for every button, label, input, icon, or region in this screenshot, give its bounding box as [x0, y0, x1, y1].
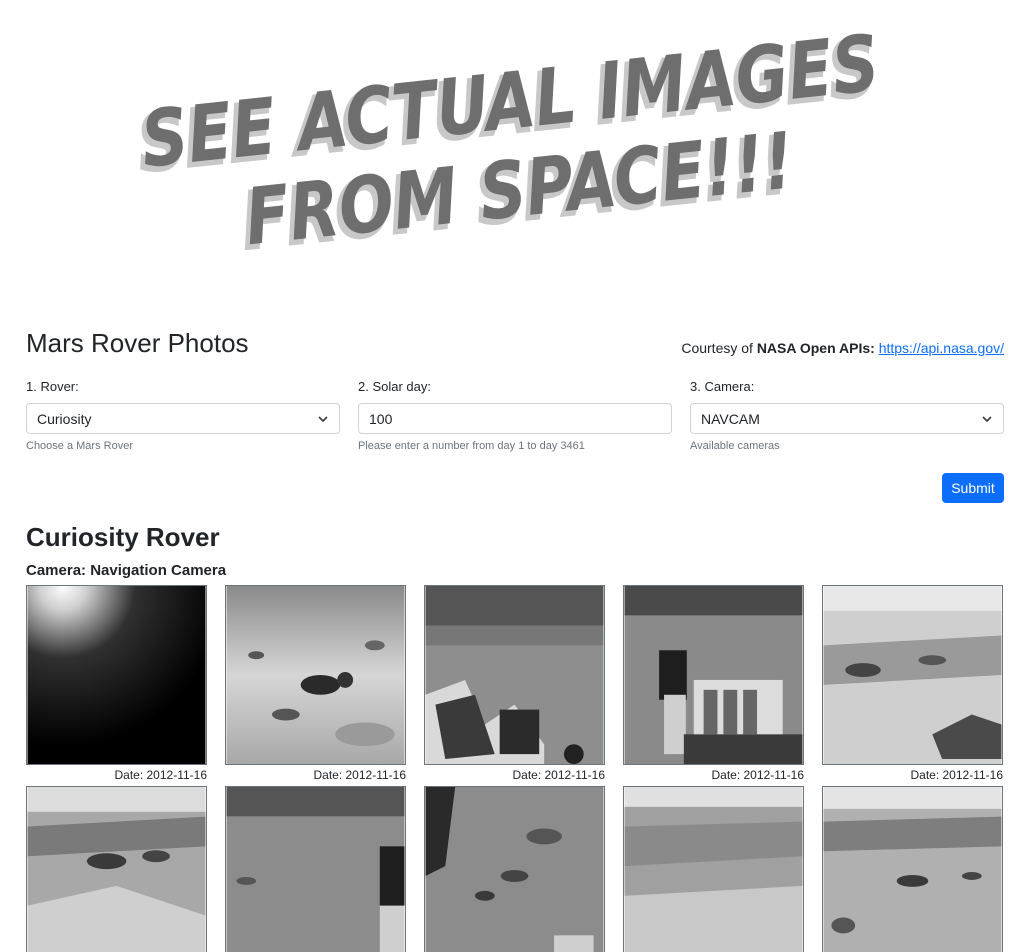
photo-image	[624, 586, 803, 764]
banner-graphic: SEE ACTUAL IMAGES SEE ACTUAL IMAGES FROM…	[132, 17, 883, 269]
sol-input-value: 100	[369, 410, 393, 427]
photo-card	[623, 786, 804, 952]
courtesy-prefix: Courtesy of	[681, 340, 757, 356]
photo-image	[226, 787, 405, 952]
sol-help: Please enter a number from day 1 to day …	[358, 440, 585, 452]
rover-photo[interactable]	[26, 786, 207, 952]
photo-card: Date: 2012-11-16	[225, 585, 406, 784]
rover-help: Choose a Mars Rover	[26, 440, 133, 452]
photo-image	[823, 787, 1002, 952]
sol-field: 2. Solar day: 100 Please enter a number …	[358, 379, 672, 452]
camera-help: Available cameras	[690, 440, 780, 452]
camera-label: 3. Camera:	[690, 379, 755, 394]
rover-photo[interactable]	[424, 585, 605, 765]
photo-card	[424, 786, 605, 952]
photo-card: Date: 2012-11-16	[623, 585, 804, 784]
photo-image	[226, 586, 405, 764]
photo-image	[27, 787, 206, 952]
photo-image	[425, 787, 604, 952]
rover-field: 1. Rover: Curiosity Choose a Mars Rover	[26, 379, 340, 452]
courtesy-bold: NASA Open APIs:	[756, 340, 875, 356]
photo-card	[225, 786, 406, 952]
rover-photo[interactable]	[26, 585, 207, 765]
camera-title: Camera: Navigation Camera	[26, 562, 227, 579]
photo-card: Date: 2012-11-16	[26, 585, 207, 784]
photo-card	[26, 786, 207, 952]
photo-date: Date: 2012-11-16	[711, 768, 804, 782]
rover-photo[interactable]	[225, 786, 406, 952]
photo-image	[624, 787, 803, 952]
rover-photo[interactable]	[623, 585, 804, 765]
rover-select[interactable]: Curiosity	[26, 403, 340, 434]
rover-title: Curiosity Rover	[26, 522, 220, 552]
rover-label: 1. Rover:	[26, 379, 79, 394]
photo-grid: Date: 2012-11-16 Date: 2012-11-16 Date: …	[26, 585, 1004, 952]
submit-button[interactable]: Submit	[942, 473, 1004, 503]
page-title: Mars Rover Photos	[26, 328, 249, 358]
rover-select-value: Curiosity	[37, 410, 92, 427]
banner: SEE ACTUAL IMAGES SEE ACTUAL IMAGES FROM…	[0, 0, 1030, 300]
sol-label: 2. Solar day:	[358, 379, 431, 394]
rover-photo[interactable]	[225, 585, 406, 765]
photo-image	[425, 586, 604, 764]
courtesy-text: Courtesy of NASA Open APIs: https://api.…	[681, 340, 1004, 356]
photo-date: Date: 2012-11-16	[910, 768, 1003, 782]
photo-card	[822, 786, 1003, 952]
camera-select[interactable]: NAVCAM	[690, 403, 1004, 434]
rover-photo[interactable]	[822, 585, 1003, 765]
chevron-down-icon	[318, 415, 328, 422]
rover-photo[interactable]	[822, 786, 1003, 952]
nasa-api-link[interactable]: https://api.nasa.gov/	[879, 340, 1004, 356]
camera-field: 3. Camera: NAVCAM Available cameras	[690, 379, 1004, 452]
photo-date: Date: 2012-11-16	[512, 768, 605, 782]
photo-card: Date: 2012-11-16	[424, 585, 605, 784]
photo-image	[823, 586, 1002, 764]
photo-date: Date: 2012-11-16	[313, 768, 406, 782]
photo-card: Date: 2012-11-16	[822, 585, 1003, 784]
chevron-down-icon	[982, 415, 992, 422]
sol-input[interactable]: 100	[358, 403, 672, 434]
rover-photo[interactable]	[623, 786, 804, 952]
camera-select-value: NAVCAM	[701, 410, 760, 427]
photo-image	[27, 586, 206, 764]
rover-photo[interactable]	[424, 786, 605, 952]
photo-date: Date: 2012-11-16	[114, 768, 207, 782]
